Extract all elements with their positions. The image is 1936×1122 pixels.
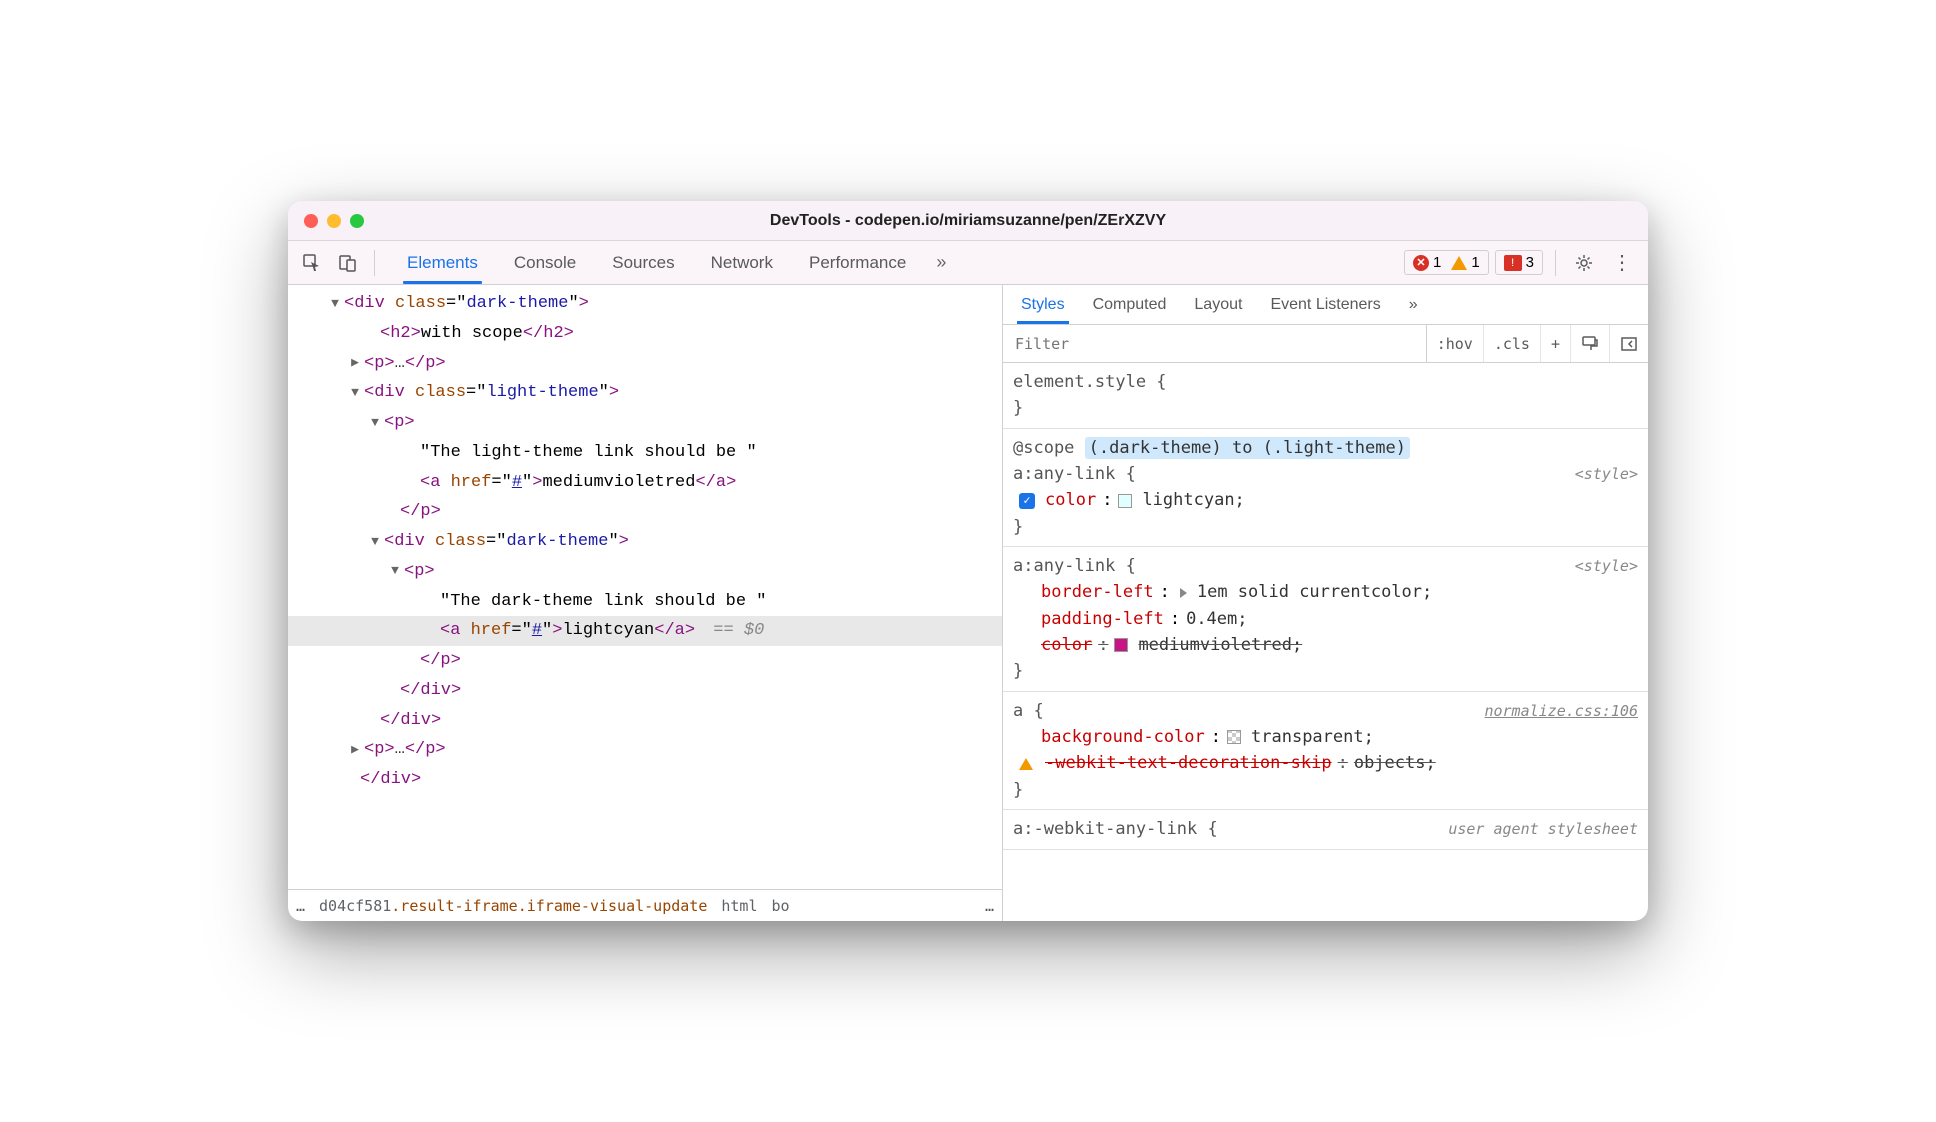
settings-icon[interactable] — [1568, 247, 1600, 279]
expand-shorthand-icon[interactable] — [1180, 588, 1187, 598]
dom-node[interactable]: </div> — [288, 706, 1002, 736]
css-declaration[interactable]: background-color: transparent; — [1013, 724, 1638, 750]
dom-node[interactable]: ▼<div class="dark-theme"> — [288, 527, 1002, 557]
styles-tab-event-listeners[interactable]: Event Listeners — [1256, 285, 1394, 324]
issues-badge[interactable]: ! 3 — [1495, 250, 1543, 275]
dom-node[interactable]: </div> — [288, 676, 1002, 706]
dom-tree[interactable]: ▼<div class="dark-theme"><h2>with scope<… — [288, 285, 1002, 889]
expand-arrow-icon[interactable]: ▼ — [348, 382, 362, 405]
css-declaration[interactable]: -webkit-text-decoration-skip: objects; — [1013, 750, 1638, 776]
more-tabs-icon[interactable]: » — [924, 252, 958, 273]
styles-rules[interactable]: element.style {}@scope (.dark-theme) to … — [1003, 363, 1648, 921]
dom-node[interactable]: ▼<p> — [288, 408, 1002, 438]
error-count: 1 — [1433, 254, 1441, 271]
styles-toolbar: :hov .cls + — [1003, 325, 1648, 363]
inspect-element-icon[interactable] — [296, 247, 328, 279]
color-swatch-icon[interactable] — [1227, 730, 1241, 744]
style-rule[interactable]: element.style {} — [1003, 363, 1648, 429]
dom-node[interactable]: "The dark-theme link should be " — [288, 587, 1002, 617]
tab-sources[interactable]: Sources — [594, 241, 692, 284]
main-toolbar: ElementsConsoleSourcesNetworkPerformance… — [288, 241, 1648, 285]
breadcrumb-item[interactable]: html — [721, 897, 757, 915]
expand-arrow-icon[interactable]: ▶ — [348, 739, 362, 762]
css-declaration[interactable]: border-left:1em solid currentcolor; — [1013, 579, 1638, 605]
style-rule[interactable]: a:-webkit-any-link { user agent styleshee… — [1003, 810, 1648, 849]
issues-count: 3 — [1526, 254, 1534, 271]
tab-network[interactable]: Network — [693, 241, 791, 284]
cls-toggle[interactable]: .cls — [1484, 325, 1541, 362]
elements-panel: ▼<div class="dark-theme"><h2>with scope<… — [288, 285, 1003, 921]
warning-icon — [1019, 758, 1033, 770]
dom-node[interactable]: ▶<p>…</p> — [288, 349, 1002, 379]
styles-more-tabs-icon[interactable]: » — [1395, 285, 1432, 324]
dom-node[interactable]: "The light-theme link should be " — [288, 438, 1002, 468]
console-status[interactable]: ✕ 1 1 — [1404, 250, 1489, 275]
hov-toggle[interactable]: :hov — [1427, 325, 1484, 362]
css-declaration[interactable]: padding-left: 0.4em; — [1013, 606, 1638, 632]
dom-node[interactable]: <a href="#">lightcyan</a> == $0 — [288, 616, 1002, 646]
computed-sidebar-toggle-icon[interactable] — [1610, 325, 1648, 362]
rule-selector[interactable]: element.style { — [1013, 369, 1167, 395]
style-rule[interactable]: @scope (.dark-theme) to (.light-theme)a:… — [1003, 429, 1648, 547]
traffic-lights — [304, 214, 364, 228]
dom-node[interactable]: </p> — [288, 646, 1002, 676]
maximize-window-button[interactable] — [350, 214, 364, 228]
window-title: DevTools - codepen.io/miriamsuzanne/pen/… — [770, 212, 1166, 230]
rule-selector[interactable]: a:any-link { — [1013, 461, 1136, 487]
color-swatch-icon[interactable] — [1118, 494, 1132, 508]
dom-node[interactable]: </p> — [288, 497, 1002, 527]
tab-console[interactable]: Console — [496, 241, 594, 284]
dom-node[interactable]: ▶<p>…</p> — [288, 735, 1002, 765]
tab-elements[interactable]: Elements — [389, 241, 496, 284]
styles-tab-layout[interactable]: Layout — [1180, 285, 1256, 324]
breadcrumb-item[interactable]: d04cf581.result-iframe.iframe-visual-upd… — [319, 897, 707, 915]
breadcrumb-bar[interactable]: …d04cf581.result-iframe.iframe-visual-up… — [288, 889, 1002, 921]
dom-node[interactable]: </div> — [288, 765, 1002, 795]
css-declaration[interactable]: ✓color: lightcyan; — [1013, 487, 1638, 513]
styles-tab-styles[interactable]: Styles — [1007, 285, 1079, 324]
warning-count: 1 — [1471, 254, 1479, 271]
style-rule[interactable]: a { normalize.css:106background-color: tr… — [1003, 692, 1648, 810]
rule-selector[interactable]: a { — [1013, 698, 1044, 724]
dom-node[interactable]: <h2>with scope</h2> — [288, 319, 1002, 349]
dom-node[interactable]: ▼<div class="dark-theme"> — [288, 289, 1002, 319]
minimize-window-button[interactable] — [327, 214, 341, 228]
devtools-window: DevTools - codepen.io/miriamsuzanne/pen/… — [288, 201, 1648, 921]
panel-tabs: ElementsConsoleSourcesNetworkPerformance — [389, 241, 924, 284]
expand-arrow-icon[interactable]: ▼ — [388, 560, 402, 583]
styles-tab-computed[interactable]: Computed — [1079, 285, 1181, 324]
styles-tabs: StylesComputedLayoutEvent Listeners» — [1003, 285, 1648, 325]
styles-filter-input[interactable] — [1003, 325, 1427, 362]
expand-arrow-icon[interactable]: ▼ — [368, 531, 382, 554]
warning-icon — [1451, 256, 1467, 270]
tab-performance[interactable]: Performance — [791, 241, 924, 284]
rule-source-link[interactable]: normalize.css:106 — [1484, 700, 1638, 723]
property-checkbox[interactable]: ✓ — [1019, 493, 1035, 509]
rule-source-link: <style> — [1575, 463, 1638, 486]
styles-paint-icon[interactable] — [1571, 325, 1610, 362]
rule-selector[interactable]: a:-webkit-any-link { — [1013, 816, 1218, 842]
expand-arrow-icon[interactable]: ▼ — [368, 412, 382, 435]
rule-source-link: <style> — [1575, 555, 1638, 578]
rule-selector[interactable]: a:any-link { — [1013, 553, 1136, 579]
style-rule[interactable]: a:any-link { <style>border-left:1em solid… — [1003, 547, 1648, 692]
more-options-icon[interactable]: ⋮ — [1606, 247, 1638, 279]
expand-arrow-icon[interactable]: ▶ — [348, 352, 362, 375]
color-swatch-icon[interactable] — [1114, 638, 1128, 652]
close-window-button[interactable] — [304, 214, 318, 228]
new-rule-button[interactable]: + — [1541, 325, 1571, 362]
expand-arrow-icon[interactable]: ▼ — [328, 293, 342, 316]
titlebar: DevTools - codepen.io/miriamsuzanne/pen/… — [288, 201, 1648, 241]
error-icon: ✕ — [1413, 255, 1429, 271]
dom-node[interactable]: ▼<div class="light-theme"> — [288, 378, 1002, 408]
css-declaration[interactable]: color: mediumvioletred; — [1013, 632, 1638, 658]
styles-panel: StylesComputedLayoutEvent Listeners» :ho… — [1003, 285, 1648, 921]
breadcrumb-item[interactable]: bo — [771, 897, 789, 915]
device-toggle-icon[interactable] — [332, 247, 364, 279]
rule-source-link: user agent stylesheet — [1448, 818, 1638, 841]
issue-icon: ! — [1504, 255, 1522, 271]
dom-node[interactable]: ▼<p> — [288, 557, 1002, 587]
dom-node[interactable]: <a href="#">mediumvioletred</a> — [288, 468, 1002, 498]
